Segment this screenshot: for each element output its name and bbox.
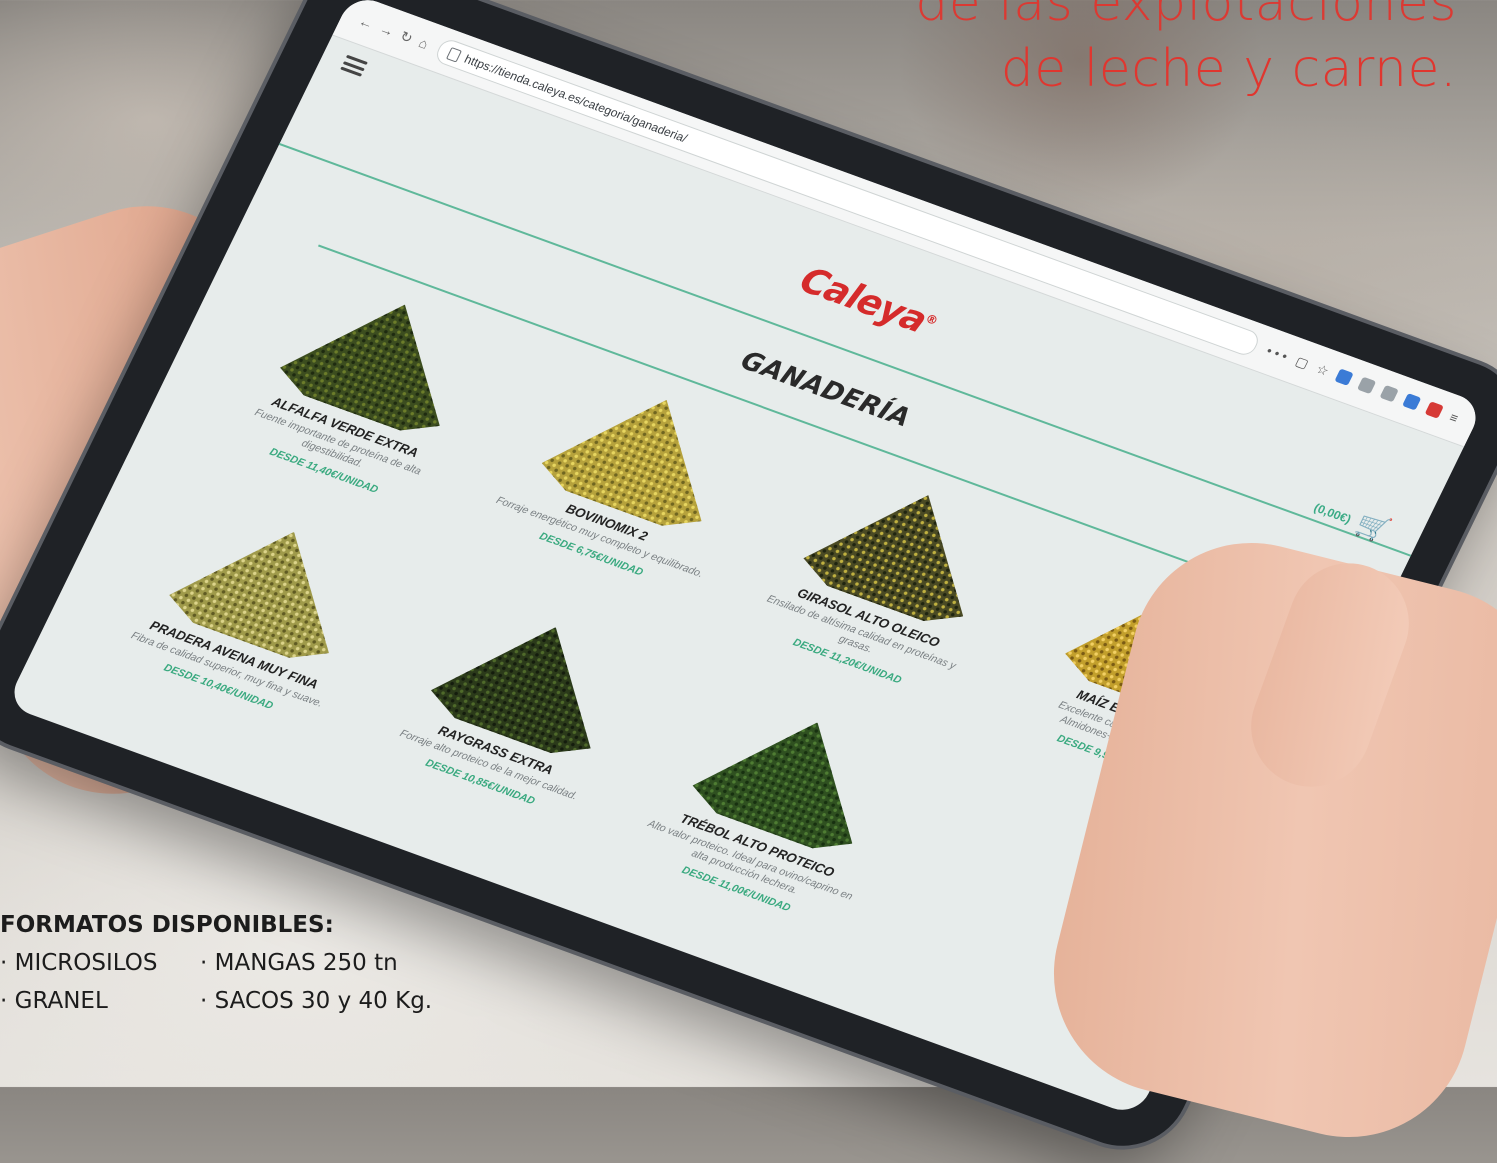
download-icon[interactable] (1334, 368, 1355, 387)
bookmark-star-icon[interactable]: ☆ (1314, 361, 1332, 379)
menu-hamburger-icon[interactable]: ≡ (1447, 410, 1461, 427)
headline: de las explotaciones de leche y carne. (915, 0, 1457, 102)
brand-logo[interactable]: Caleya® (793, 260, 943, 345)
extension-icon[interactable] (1402, 393, 1422, 411)
forward-icon[interactable]: → (377, 20, 397, 40)
reload-icon[interactable]: ↻ (397, 27, 416, 46)
back-icon[interactable]: ← (356, 12, 376, 32)
home-icon[interactable]: ⌂ (416, 34, 431, 52)
library-icon[interactable] (1357, 376, 1377, 395)
sidebar-icon[interactable] (1379, 384, 1400, 403)
cart-icon: 🛒 (1351, 508, 1396, 547)
formats-title: FORMATOS DISPONIBLES: (0, 912, 334, 938)
brand-name: Caleya (793, 259, 933, 342)
formats-list: · MICROSILOS · MANGAS 250 tn · GRANEL · … (0, 950, 480, 1014)
format-item: · MICROSILOS (0, 950, 158, 976)
more-actions-icon[interactable]: • • • (1264, 343, 1290, 365)
formats-block: FORMATOS DISPONIBLES: · MICROSILOS · MAN… (0, 912, 480, 1014)
extension-red-icon[interactable] (1424, 401, 1445, 419)
pocket-icon[interactable]: ▢ (1293, 354, 1311, 373)
headline-line-2: de leche y carne. (1000, 39, 1457, 99)
format-item: · MANGAS 250 tn (200, 950, 398, 976)
headline-line-1: de las explotaciones (915, 0, 1457, 33)
lock-icon (446, 46, 463, 63)
cart-button[interactable]: (0,00€) 🛒 (1308, 492, 1396, 547)
format-item: · SACOS 30 y 40 Kg. (200, 988, 433, 1014)
cart-total: (0,00€) (1311, 500, 1354, 526)
site-menu-icon[interactable] (340, 54, 368, 77)
format-item: · GRANEL (0, 988, 108, 1014)
